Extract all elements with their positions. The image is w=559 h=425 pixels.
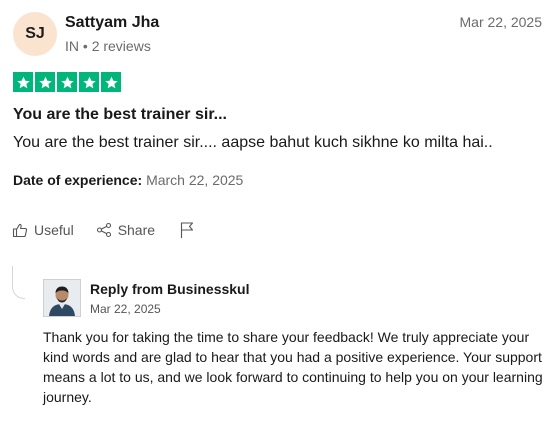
share-label: Share — [117, 222, 156, 238]
star-icon — [13, 72, 33, 92]
business-logo — [43, 279, 81, 317]
report-button[interactable] — [179, 221, 195, 239]
experience-label: Date of experience: — [13, 172, 143, 188]
reply-connector-line — [12, 266, 25, 299]
review-text: You are the best trainer sir.... aapse b… — [13, 134, 493, 151]
meta-separator: • — [82, 38, 88, 54]
thumbs-up-icon — [12, 223, 28, 238]
experience-date: March 22, 2025 — [146, 172, 244, 188]
flag-icon — [180, 222, 194, 238]
star-icon — [57, 72, 77, 92]
review-date: Mar 22, 2025 — [459, 14, 543, 30]
reviewer-avatar[interactable]: SJ — [13, 12, 57, 56]
reviewer-review-count: 2 reviews — [91, 38, 151, 54]
star-rating — [13, 72, 121, 92]
reply-date: Mar 22, 2025 — [90, 302, 161, 316]
star-icon — [101, 72, 121, 92]
review-title[interactable]: You are the best trainer sir... — [13, 106, 227, 124]
share-button[interactable]: Share — [96, 222, 155, 238]
review-actions: Useful Share — [12, 221, 195, 239]
reviewer-country: IN — [65, 38, 79, 54]
reply-from-label: Reply from Businesskul — [90, 281, 250, 297]
star-icon — [35, 72, 55, 92]
reviewer-meta: IN • 2 reviews — [65, 38, 151, 54]
share-icon — [96, 222, 111, 238]
star-icon — [79, 72, 99, 92]
useful-label: Useful — [34, 222, 74, 238]
useful-button[interactable]: Useful — [12, 222, 74, 238]
review-card: SJ Sattyam Jha IN • 2 reviews Mar 22, 20… — [0, 0, 559, 425]
reviewer-initials: SJ — [25, 25, 45, 42]
reviewer-name[interactable]: Sattyam Jha — [65, 14, 159, 32]
reply-text: Thank you for taking the time to share y… — [43, 329, 543, 405]
date-of-experience: Date of experience: March 22, 2025 — [13, 172, 243, 188]
